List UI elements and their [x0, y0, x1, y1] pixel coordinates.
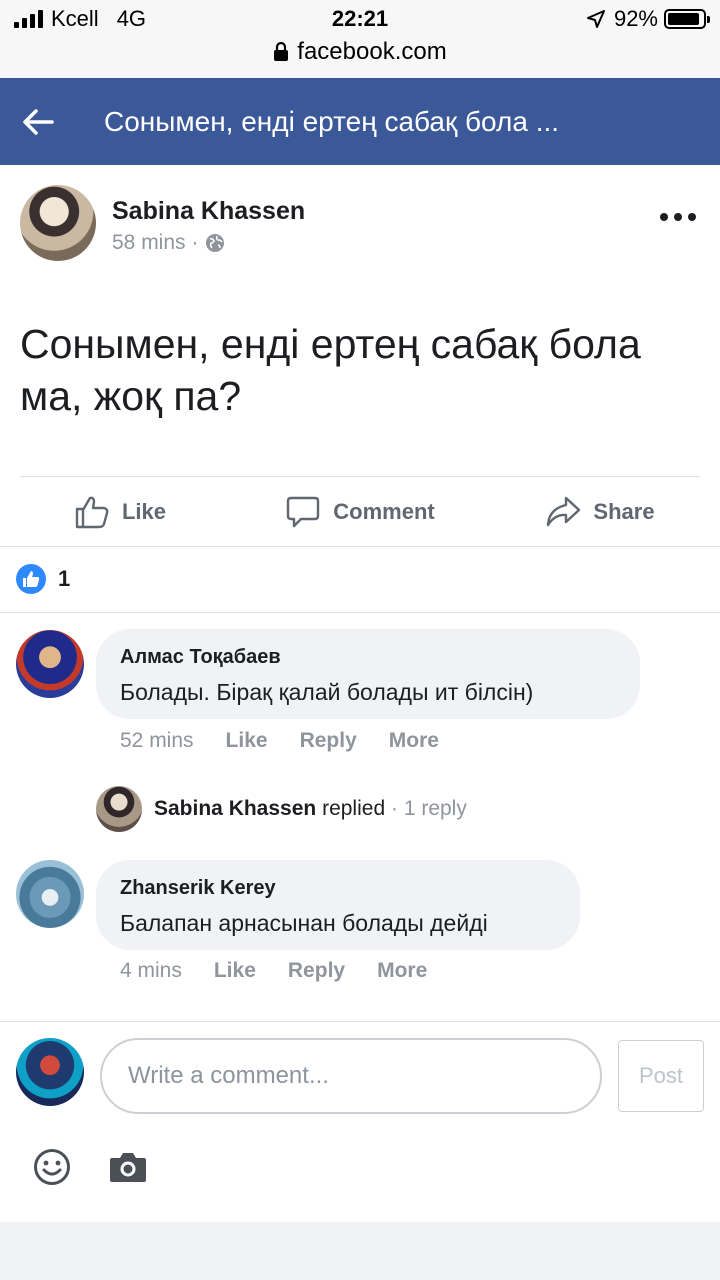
share-icon — [547, 496, 581, 527]
battery-fill — [668, 13, 700, 25]
reply-author: Sabina Khassen — [154, 797, 317, 820]
bottom-area — [0, 1222, 720, 1280]
reactions-summary[interactable]: 1 — [16, 564, 70, 594]
my-avatar — [16, 1038, 84, 1106]
comment-bubble[interactable]: Zhanserik Kerey Балапан арнасынан болады… — [96, 860, 580, 950]
share-button[interactable]: Share — [480, 478, 720, 546]
commenter-avatar[interactable] — [16, 630, 84, 698]
like-label: Like — [121, 499, 167, 524]
page-title: Сонымен, енді ертең сабақ бола ... — [104, 105, 560, 137]
lock-icon — [274, 42, 289, 61]
comment-time: 4 mins — [120, 959, 182, 982]
post-time[interactable]: 58 mins — [112, 231, 186, 255]
divider — [0, 546, 720, 547]
battery-icon — [664, 9, 710, 29]
comment-button[interactable]: Comment — [240, 478, 480, 546]
meta-separator: · — [191, 231, 199, 254]
reply-count: 1 reply — [403, 797, 467, 820]
comment-more-button[interactable]: More — [389, 729, 439, 753]
divider — [0, 612, 720, 613]
reply-word: replied — [322, 797, 386, 820]
comment-bubble[interactable]: Алмас Тоқабаев Болады. Бірақ қалай болад… — [96, 629, 640, 719]
reply-avatar — [96, 786, 142, 832]
comment-composer: Write a comment... Post — [0, 1022, 720, 1222]
comment-text: Болады. Бірақ қалай болады ит білсін) — [120, 679, 534, 705]
author-name[interactable]: Sabina Khassen — [112, 197, 305, 226]
like-button[interactable]: Like — [0, 478, 240, 546]
top-app-bar: Сонымен, енді ертең сабақ бола ... — [0, 78, 720, 165]
commenter-name[interactable]: Алмас Тоқабаев — [120, 643, 616, 671]
comment-like-button[interactable]: Like — [226, 729, 268, 753]
url-text: facebook.com — [297, 38, 447, 65]
post-actions: Like Comment Share — [0, 478, 720, 546]
reply-separator: · — [390, 797, 398, 820]
post-text: Сонымен, енді ертең сабақ бола ма, жоқ п… — [20, 321, 641, 419]
thumbs-up-icon — [75, 496, 109, 529]
globe-icon — [205, 234, 224, 252]
back-arrow-icon — [23, 108, 54, 135]
like-reaction-icon — [16, 564, 46, 594]
reply-summary[interactable]: Sabina Khassen replied · 1 reply — [96, 786, 467, 832]
comment-input[interactable]: Write a comment... — [100, 1038, 602, 1114]
comment-actions: 4 mins Like Reply More — [120, 959, 427, 983]
comment-more-button[interactable]: More — [377, 959, 427, 983]
back-button[interactable] — [0, 78, 78, 165]
commenter-avatar[interactable] — [16, 860, 84, 928]
comment-text: Балапан арнасынан болады дейді — [120, 910, 488, 936]
comment-icon — [287, 496, 320, 528]
author-avatar[interactable] — [20, 185, 96, 261]
comment-reply-button[interactable]: Reply — [300, 729, 357, 753]
divider — [20, 476, 700, 477]
commenter-name[interactable]: Zhanserik Kerey — [120, 874, 556, 902]
post-header: Sabina Khassen 58 mins · — [0, 165, 720, 275]
comment-label: Comment — [333, 499, 435, 524]
battery-percent: 92% — [613, 6, 658, 31]
comment-time: 52 mins — [120, 729, 194, 752]
emoji-icon[interactable] — [32, 1147, 72, 1187]
comment-reply-button[interactable]: Reply — [288, 959, 345, 983]
camera-icon[interactable] — [108, 1149, 148, 1185]
post-meta: 58 mins · — [112, 231, 225, 255]
comment-actions: 52 mins Like Reply More — [120, 729, 439, 753]
url-bar[interactable]: facebook.com — [0, 38, 720, 66]
reaction-count: 1 — [58, 566, 71, 591]
location-arrow-icon — [586, 10, 605, 28]
status-right: 92% — [586, 6, 710, 32]
post-options-button[interactable] — [660, 207, 696, 227]
status-bar: Kcell 4G 22:21 92% facebook.com — [0, 0, 720, 78]
comment-like-button[interactable]: Like — [214, 959, 256, 983]
post-comment-button[interactable]: Post — [618, 1040, 704, 1112]
share-label: Share — [593, 499, 655, 524]
